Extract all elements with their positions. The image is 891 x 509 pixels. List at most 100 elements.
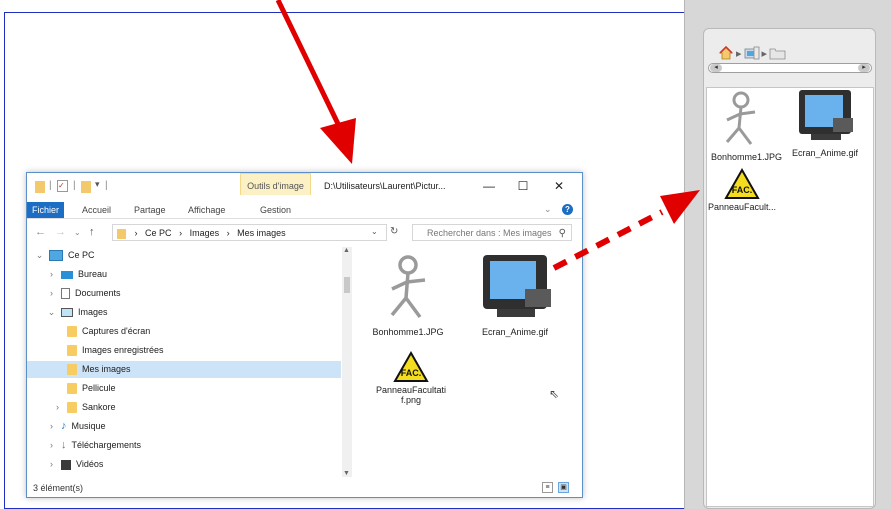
back-arrow-icon[interactable]: ←	[35, 226, 46, 238]
breadcrumb-separator: ›	[226, 228, 230, 238]
tree-item-images[interactable]: ⌄ Images	[47, 304, 108, 321]
forward-arrow-icon[interactable]: →	[55, 226, 66, 238]
chevron-right-icon: ▸	[761, 47, 768, 60]
fac-sign-icon: FAC.	[724, 167, 760, 199]
panel-file-item[interactable]: Bonhomme1.JPG	[711, 90, 782, 162]
tree-item-pellicule[interactable]: Pellicule	[67, 380, 116, 397]
chevron-right-icon[interactable]: ›	[47, 285, 56, 302]
folder-icon[interactable]	[81, 181, 91, 193]
chevron-down-icon[interactable]: ⌄	[35, 247, 44, 264]
breadcrumb-images[interactable]: Images	[190, 228, 220, 238]
tree-item-label: Captures d'écran	[82, 326, 151, 336]
panel-file-item[interactable]: Ecran_Anime.gif	[789, 88, 861, 158]
maximize-button[interactable]: ☐	[509, 177, 537, 195]
search-icon[interactable]: ⚲	[559, 225, 566, 242]
chevron-down-icon[interactable]: ⌄	[47, 304, 56, 321]
address-dropdown-icon[interactable]: ⌄	[371, 227, 378, 236]
scroll-down-icon[interactable]: ▼	[343, 470, 350, 477]
scroll-left-button[interactable]: ◂	[710, 64, 722, 72]
recent-chevron-icon[interactable]: ⌄	[74, 228, 81, 237]
tree-item-bureau[interactable]: › Bureau	[47, 266, 107, 283]
breadcrumb-mes-images[interactable]: Mes images	[237, 228, 286, 238]
panel-path-bar: ▸ ▸	[718, 41, 787, 65]
window-title: D:\Utilisateurs\Laurent\Pictur...	[324, 181, 446, 191]
tab-gestion[interactable]: Gestion	[260, 202, 291, 218]
chevron-right-icon[interactable]: ›	[47, 456, 56, 473]
file-explorer-window: | ✓ | ▾ | Outils d'image D:\Utilisateurs…	[26, 172, 583, 498]
pc-icon[interactable]	[744, 45, 760, 61]
tree-item-telechargements[interactable]: › ↓ Téléchargements	[47, 437, 141, 454]
folder-icon[interactable]	[35, 181, 45, 193]
search-placeholder: Rechercher dans : Mes images	[427, 228, 552, 238]
scroll-right-button[interactable]: ▸	[858, 64, 870, 72]
tree-item-musique[interactable]: › ♪ Musique	[47, 418, 106, 435]
tab-partage[interactable]: Partage	[134, 202, 166, 218]
tree-item-sankore[interactable]: › Sankore	[53, 399, 116, 416]
tree-item-images-enregistrees[interactable]: Images enregistrées	[67, 342, 164, 359]
tree-item-mes-images[interactable]: Mes images	[27, 361, 341, 378]
search-input[interactable]: Rechercher dans : Mes images ⚲	[412, 224, 572, 241]
navigation-scrollbar[interactable]: ▲ ▼	[342, 247, 352, 477]
tree-item-ce-pc[interactable]: ⌄ Ce PC	[35, 247, 95, 264]
folder-icon	[117, 228, 126, 239]
minimize-button[interactable]: —	[475, 177, 503, 195]
folder-icon	[67, 345, 77, 356]
tab-image-tools[interactable]: Outils d'image	[240, 173, 311, 195]
panel-file-name: Ecran_Anime.gif	[791, 148, 859, 158]
monitor-icon	[483, 255, 551, 317]
chevron-right-icon[interactable]: ›	[47, 266, 56, 283]
chevron-right-icon[interactable]: ›	[53, 399, 62, 416]
file-browser-panel: ▸ ▸ ◂ ▸ Bonhomme1.JPG Ecran_Anime.gif FA…	[684, 0, 891, 509]
panel-file-item[interactable]: FAC. PanneauFacult...	[707, 167, 777, 212]
large-icons-view-icon[interactable]: ▣	[558, 482, 569, 493]
stick-figure-icon	[725, 91, 756, 145]
music-icon: ♪	[61, 420, 67, 432]
status-bar: 3 élément(s) ≡ ▣	[27, 479, 582, 497]
tree-item-label: Documents	[75, 288, 121, 298]
tab-fichier[interactable]: Fichier	[27, 202, 64, 218]
folder-icon	[67, 402, 77, 413]
scroll-up-icon[interactable]: ▲	[343, 247, 350, 254]
file-item[interactable]: FAC. PanneauFacultati f.png	[373, 350, 449, 405]
tree-item-label: Téléchargements	[71, 440, 142, 450]
expand-ribbon-icon[interactable]: ⌄	[544, 204, 552, 215]
fac-sign-icon: FAC.	[393, 350, 429, 382]
item-count: 3 élément(s)	[33, 483, 84, 493]
customize-quick-access-icon[interactable]: ▾	[95, 179, 100, 190]
up-arrow-icon[interactable]: ↑	[89, 226, 95, 238]
tree-item-documents[interactable]: › Documents	[47, 285, 121, 302]
file-item[interactable]: Ecran_Anime.gif	[465, 253, 565, 337]
panel-horizontal-scrollbar[interactable]: ◂ ▸	[708, 63, 872, 73]
tree-item-videos[interactable]: › Vidéos	[47, 456, 103, 473]
close-button[interactable]: ✕	[545, 177, 573, 195]
panel-inner: ▸ ▸ ◂ ▸ Bonhomme1.JPG Ecran_Anime.gif FA…	[703, 28, 876, 509]
checklist-icon[interactable]: ✓	[57, 180, 68, 192]
title-bar: | ✓ | ▾ | Outils d'image D:\Utilisateurs…	[27, 173, 582, 202]
video-icon	[61, 459, 71, 470]
svg-text:FAC.: FAC.	[732, 185, 753, 195]
details-view-icon[interactable]: ≡	[542, 482, 553, 493]
chevron-right-icon[interactable]: ›	[47, 437, 56, 454]
chevron-right-icon: ▸	[736, 47, 742, 60]
tab-accueil[interactable]: Accueil	[82, 202, 111, 218]
help-icon[interactable]: ?	[562, 204, 573, 215]
breadcrumb-ce-pc[interactable]: Ce PC	[145, 228, 172, 238]
chevron-right-icon[interactable]: ›	[47, 418, 56, 435]
pictures-icon	[61, 308, 73, 317]
tab-affichage[interactable]: Affichage	[188, 202, 225, 218]
tree-item-captures[interactable]: Captures d'écran	[67, 323, 150, 340]
home-icon[interactable]	[718, 45, 734, 61]
scrollbar-thumb[interactable]	[344, 277, 350, 293]
breadcrumb-separator: ›	[134, 228, 138, 238]
tree-item-label: Sankore	[82, 402, 116, 412]
desktop-icon	[61, 270, 73, 279]
folder-icon[interactable]	[769, 45, 787, 61]
refresh-icon[interactable]: ↻	[390, 226, 398, 237]
tree-item-label: Pellicule	[82, 383, 116, 393]
tree-item-label: Vidéos	[76, 459, 104, 469]
address-field[interactable]: › Ce PC › Images › Mes images	[112, 224, 387, 241]
folder-icon	[67, 326, 77, 337]
monitor-icon	[799, 90, 853, 140]
file-name-line: PanneauFacultati	[375, 385, 447, 395]
file-item[interactable]: Bonhomme1.JPG	[367, 253, 449, 337]
